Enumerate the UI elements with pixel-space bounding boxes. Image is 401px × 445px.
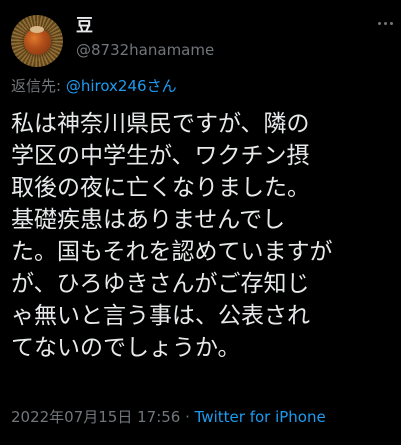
tweet-text-line: 私は神奈川県民ですが、隣の (11, 111, 310, 137)
tweet-timestamp[interactable]: 2022年07月15日 17:56 (11, 408, 180, 426)
tweet-text-line: ゃ無いと言う事は、公表され (11, 303, 310, 329)
chestnut-base-icon (30, 26, 44, 33)
tweet-text-line: 取後の夜に亡くなりました。 (11, 175, 310, 201)
reply-context: 返信先: @hirox246さん (11, 76, 177, 96)
more-dots-icon[interactable] (373, 13, 397, 33)
tweet-text-line: てないのでしょうか。 (11, 335, 241, 361)
tweet-text-line: が、ひろゆきさんがご存知じ (11, 271, 310, 297)
tweet-metadata: 2022年07月15日 17:56 · Twitter for iPhone (11, 407, 326, 427)
tweet-text: 私は神奈川県民ですが、隣の 学区の中学生が、ワクチン摂 取後の夜に亡くなりました… (11, 108, 399, 364)
avatar[interactable] (11, 15, 63, 67)
reply-mention-link[interactable]: @hirox246さん (66, 77, 177, 95)
tweet-source-link[interactable]: Twitter for iPhone (195, 408, 326, 426)
tweet-text-line: た。国もそれを認めていますが (11, 239, 333, 265)
author-handle[interactable]: @8732hanamame (76, 40, 214, 60)
author-display-name[interactable]: 豆 (76, 15, 93, 37)
tweet: 豆 @8732hanamame 返信先: @hirox246さん 私は神奈川県民… (0, 0, 401, 445)
tweet-text-line: 基礎疾患はありませんでし (11, 207, 286, 233)
meta-separator: · (180, 408, 195, 426)
tweet-text-line: 学区の中学生が、ワクチン摂 (11, 143, 310, 169)
reply-prefix: 返信先: (11, 77, 66, 95)
